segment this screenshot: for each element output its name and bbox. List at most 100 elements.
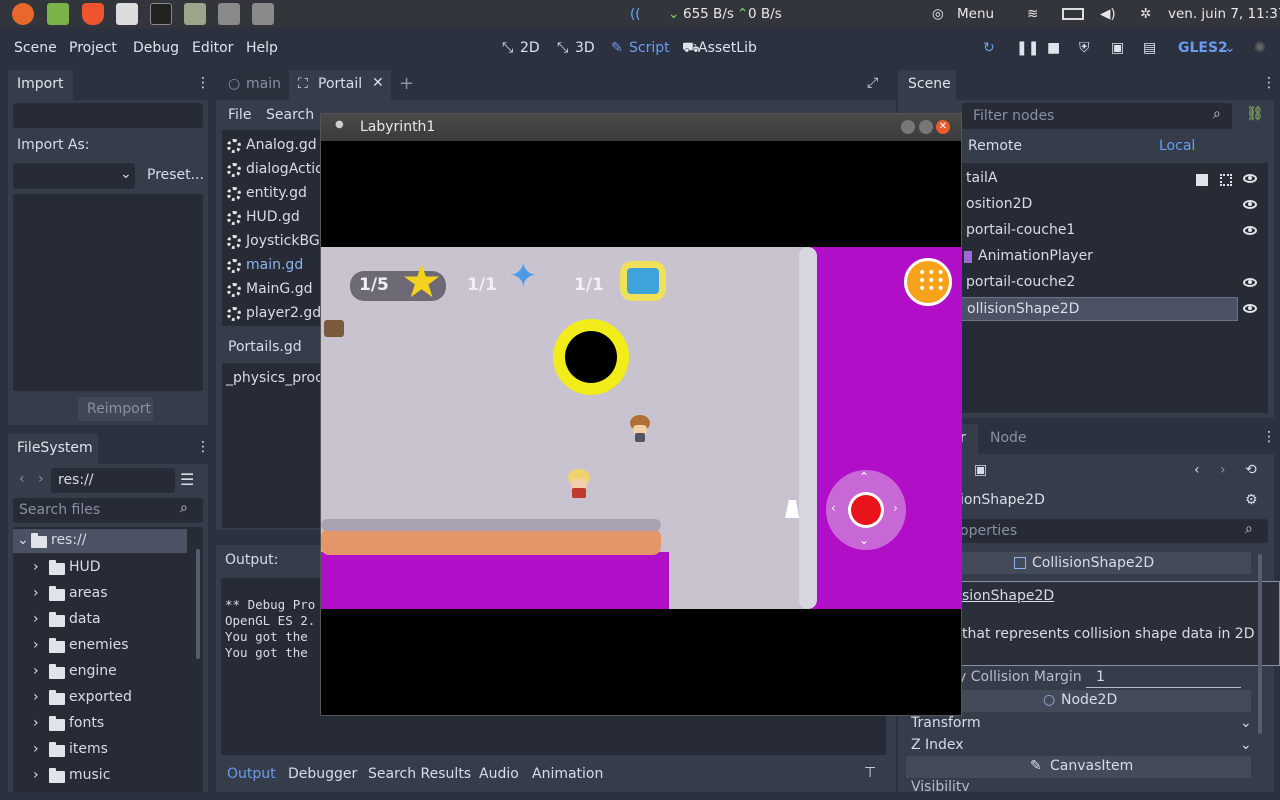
unknown-app-icon[interactable]	[218, 3, 240, 25]
battery-icon[interactable]	[1062, 8, 1084, 20]
collision-margin-field[interactable]	[1086, 668, 1241, 688]
tab-node[interactable]: Node	[990, 430, 1027, 446]
app-icon[interactable]	[116, 3, 138, 25]
script-list-item[interactable]: Analog.gd	[222, 134, 322, 158]
script-list-item[interactable]: dialogAction	[222, 158, 322, 182]
import-as-select[interactable]	[13, 163, 135, 189]
play-custom-icon[interactable]: ▤	[1143, 40, 1156, 56]
instance-scene-icon[interactable]: ⛓	[1246, 106, 1264, 122]
add-tab-icon[interactable]: +	[399, 73, 414, 94]
menu-help[interactable]: Help	[246, 40, 278, 56]
system-menu-button[interactable]: Menu	[957, 6, 994, 22]
mode-script-button[interactable]: Script	[629, 40, 670, 56]
archive-icon[interactable]	[184, 3, 206, 25]
maximize-icon[interactable]	[919, 120, 933, 134]
script-list-item[interactable]: player2.gd	[222, 302, 322, 326]
method-item[interactable]: _physics_proce	[226, 370, 331, 386]
minimize-icon[interactable]	[901, 120, 915, 134]
image-viewer-icon[interactable]	[47, 3, 69, 25]
visibility-eye-icon[interactable]	[1243, 278, 1257, 287]
back-icon[interactable]: ‹	[19, 471, 25, 487]
tree-folder-row[interactable]: › engine	[13, 659, 193, 685]
script-menu-file[interactable]: File	[228, 107, 251, 123]
visibility-eye-icon[interactable]	[1243, 304, 1257, 313]
joystick-knob[interactable]	[851, 495, 881, 525]
settings-gear-icon[interactable]: ✲	[1140, 6, 1151, 22]
game-window[interactable]: ● Labyrinth1 ✕ 1/5 ★ 1/1 ✦ 1/1 ••• ••• •••	[320, 113, 962, 716]
zindex-category[interactable]: Z Index	[911, 737, 964, 753]
mode-2d-button[interactable]: 2D	[520, 40, 540, 56]
tree-folder-row[interactable]: › music	[13, 763, 193, 789]
visibility-eye-icon[interactable]	[1243, 174, 1257, 183]
save-icon[interactable]: ▣	[974, 462, 987, 478]
brave-icon[interactable]	[82, 3, 104, 25]
dock-menu-icon[interactable]: ⋮	[196, 439, 210, 455]
pause-icon[interactable]: ❚❚	[1016, 40, 1039, 56]
split-view-icon[interactable]: ☰	[180, 470, 194, 489]
transform-category[interactable]: Transform	[911, 715, 981, 731]
html5-icon[interactable]: ⛨	[1079, 40, 1090, 56]
mode-assetlib-button[interactable]: AssetLib	[698, 40, 757, 56]
bottom-tab-output[interactable]: Output	[227, 766, 276, 782]
play-scene-icon[interactable]: ▣	[1111, 40, 1124, 56]
clock[interactable]: ven. juin 7, 11:37	[1168, 6, 1280, 22]
terminal-icon[interactable]	[150, 3, 172, 25]
bottom-tab-audio[interactable]: Audio	[479, 766, 519, 782]
history-forward-icon[interactable]: ›	[1220, 462, 1226, 478]
menu-project[interactable]: Project	[69, 40, 117, 56]
tree-folder-row[interactable]: › data	[13, 607, 193, 633]
wifi-icon[interactable]: ≋	[1027, 6, 1038, 22]
script-list-item[interactable]: MainG.gd	[222, 278, 322, 302]
reload-icon[interactable]: ↻	[983, 40, 995, 56]
unknown-app-icon[interactable]	[252, 3, 274, 25]
tree-folder-row[interactable]: › fonts	[13, 711, 193, 737]
visibility-category[interactable]: Visibility	[911, 779, 970, 791]
tree-folder-row[interactable]: › enemies	[13, 633, 193, 659]
close-icon[interactable]: ✕	[372, 75, 384, 91]
tree-folder-row[interactable]: › exported	[13, 685, 193, 711]
menu-scene[interactable]: Scene	[14, 40, 57, 56]
stop-icon[interactable]: ■	[1047, 40, 1060, 56]
dock-menu-icon[interactable]: ⋮	[1262, 75, 1276, 91]
firefox-icon[interactable]	[12, 3, 34, 25]
bottom-tab-debugger[interactable]: Debugger	[288, 766, 357, 782]
pin-panel-icon[interactable]: ⊤	[864, 765, 876, 781]
script-list-item[interactable]: JoystickBG.	[222, 230, 322, 254]
renderer-select[interactable]: GLES2	[1178, 40, 1228, 56]
mode-3d-button[interactable]: 3D	[575, 40, 595, 56]
menu-editor[interactable]: Editor	[192, 40, 233, 56]
script-list-item[interactable]: HUD.gd	[222, 206, 322, 230]
volume-icon[interactable]: ◀)	[1100, 6, 1116, 22]
script-name: entity.gd	[246, 185, 307, 201]
object-tools-icon[interactable]: ⚙	[1245, 492, 1258, 508]
scrollbar[interactable]	[196, 549, 200, 659]
scrollbar[interactable]	[1258, 554, 1262, 734]
forward-icon[interactable]: ›	[38, 471, 44, 487]
dock-menu-icon[interactable]: ⋮	[196, 75, 210, 91]
tree-folder-row[interactable]: › items	[13, 737, 193, 763]
dock-menu-icon[interactable]: ⋮	[1262, 429, 1276, 445]
group-icon[interactable]	[1220, 174, 1232, 186]
menu-debug[interactable]: Debug	[133, 40, 179, 56]
close-window-icon[interactable]: ✕	[936, 120, 950, 134]
script-list-item[interactable]: main.gd	[222, 254, 322, 278]
tree-folder-row[interactable]: › HUD	[13, 555, 193, 581]
window-titlebar[interactable]: ● Labyrinth1 ✕	[321, 114, 961, 141]
history-back-icon[interactable]: ‹	[1194, 462, 1200, 478]
visibility-eye-icon[interactable]	[1243, 200, 1257, 209]
preset-button[interactable]: Preset...	[147, 167, 204, 183]
chevron-down-icon[interactable]: ⌄	[1224, 40, 1236, 56]
tree-folder-row[interactable]: › areas	[13, 581, 193, 607]
bottom-tab-search-results[interactable]: Search Results	[368, 766, 471, 782]
history-icon[interactable]: ⟲	[1245, 462, 1257, 478]
game-viewport[interactable]: 1/5 ★ 1/1 ✦ 1/1 ••• ••• ••• ⌃ ⌄ ‹ ›	[321, 247, 961, 609]
local-tab[interactable]: Local	[1159, 138, 1195, 154]
script-list-item[interactable]: entity.gd	[222, 182, 322, 206]
fullscreen-icon[interactable]: ⤢	[867, 75, 878, 91]
menu-logo-icon[interactable]: ◎	[932, 6, 944, 22]
visibility-eye-icon[interactable]	[1243, 226, 1257, 235]
remote-tab[interactable]: Remote	[968, 138, 1022, 154]
bottom-tab-animation[interactable]: Animation	[532, 766, 603, 782]
script-menu-search[interactable]: Search	[266, 107, 314, 123]
script-attached-icon[interactable]	[1196, 174, 1208, 186]
